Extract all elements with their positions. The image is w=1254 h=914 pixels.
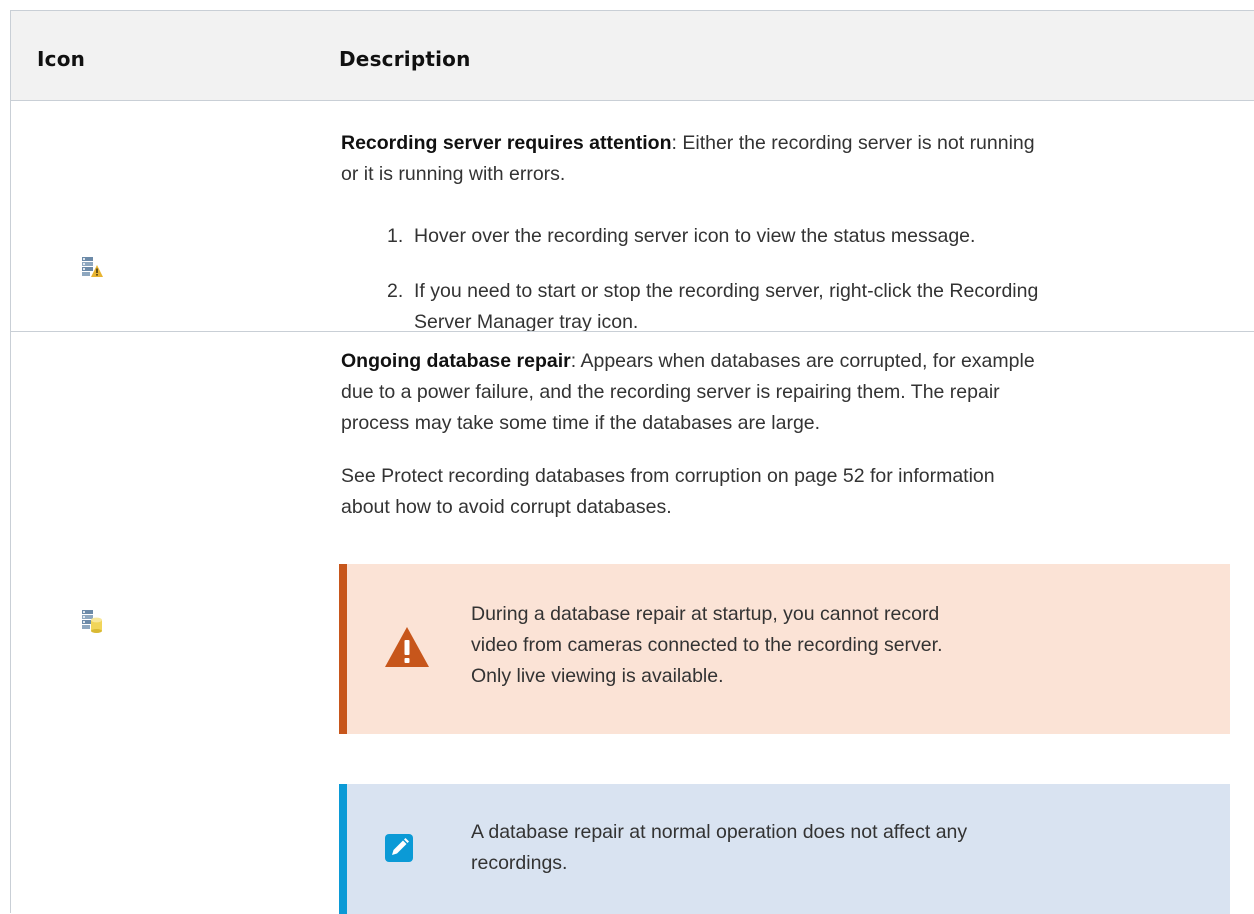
note-callout: A database repair at normal operation do… bbox=[339, 784, 1230, 914]
row2-p2-line2: about how to avoid corrupt databases. bbox=[341, 496, 672, 518]
list-item-text: If you need to start or stop the recordi… bbox=[414, 280, 1039, 302]
row1-desc-line1: : Either the recording server is not run… bbox=[671, 132, 1035, 154]
warning-line3: Only live viewing is available. bbox=[471, 665, 724, 687]
row2-title: Ongoing database repair bbox=[341, 350, 571, 372]
row2-p1-line3: process may take some time if the databa… bbox=[341, 412, 821, 434]
warning-line1: During a database repair at startup, you… bbox=[471, 603, 940, 625]
recording-server-attention-icon bbox=[82, 257, 103, 277]
list-item: 1. bbox=[387, 221, 403, 252]
row2-p1-line2: due to a power failure, and the recordin… bbox=[341, 381, 1000, 403]
pencil-note-icon bbox=[385, 834, 413, 862]
row1-desc-line2: or it is running with errors. bbox=[341, 163, 566, 185]
column-header-icon: Icon bbox=[37, 47, 86, 71]
status-icons-table: Icon Description Recording server requir… bbox=[10, 10, 1254, 914]
list-item-number: 2. bbox=[387, 280, 404, 302]
row2-p1-line1: : Appears when databases are corrupted, … bbox=[570, 350, 1035, 372]
table-header: Icon Description bbox=[11, 11, 1254, 101]
note-line1: A database repair at normal operation do… bbox=[471, 821, 968, 843]
database-repair-icon bbox=[82, 610, 102, 633]
row2-p2-line1: See Protect recording databases from cor… bbox=[341, 465, 995, 487]
row-divider bbox=[11, 331, 1254, 332]
list-item-text-cont: Server Manager tray icon. bbox=[414, 311, 639, 333]
list-item-text: Hover over the recording server icon to … bbox=[414, 225, 976, 247]
note-line2: recordings. bbox=[471, 852, 568, 874]
list-item: 2. bbox=[387, 276, 403, 307]
row2-description: Ongoing database repair: Appears when da… bbox=[341, 346, 1035, 377]
warning-callout: During a database repair at startup, you… bbox=[339, 564, 1230, 734]
warning-icon bbox=[385, 627, 429, 667]
row1-title: Recording server requires attention bbox=[341, 132, 672, 154]
row1-description: Recording server requires attention: Eit… bbox=[341, 128, 1035, 159]
warning-line2: video from cameras connected to the reco… bbox=[471, 634, 943, 656]
column-header-description: Description bbox=[339, 47, 471, 71]
list-item-number: 1. bbox=[387, 225, 404, 247]
